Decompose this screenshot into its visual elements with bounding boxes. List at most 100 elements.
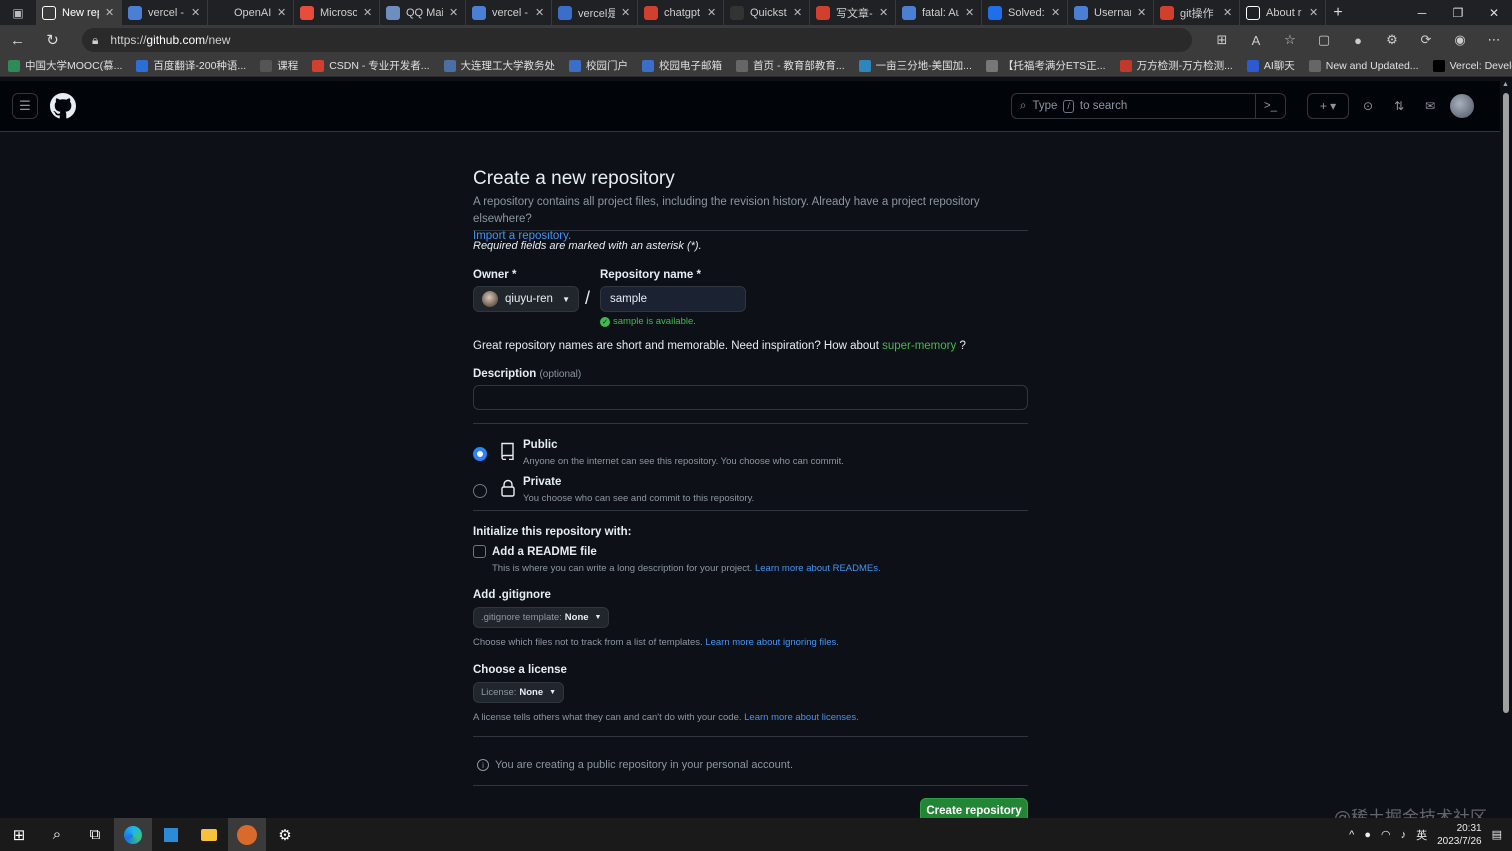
license-learn-more-link[interactable]: Learn more about licenses. [744, 712, 859, 723]
close-window-icon[interactable]: ✕ [1476, 0, 1512, 25]
favorite-star-icon[interactable]: ☆ [1280, 32, 1300, 48]
close-tab-icon[interactable]: ✕ [621, 6, 631, 19]
url-field[interactable]: 🔒︎ https://github.com/new [82, 28, 1192, 52]
tab-actions-icon[interactable]: ▣ [0, 0, 36, 25]
bookmark-item[interactable]: New and Updated... [1308, 59, 1419, 72]
clock[interactable]: 20:31 2023/7/26 [1437, 822, 1482, 848]
menu-icon[interactable]: ☰ [12, 93, 38, 119]
bookmark-item[interactable]: Vercel: Develop. Pre... [1432, 59, 1512, 72]
gitignore-template-dropdown[interactable]: .gitignore template: None ▼ [473, 607, 610, 628]
more-menu-icon[interactable]: ⋯ [1484, 32, 1504, 48]
description-input[interactable] [473, 385, 1028, 410]
private-radio[interactable] [473, 484, 487, 498]
tray-chevron-icon[interactable]: ^ [1349, 829, 1354, 841]
browser-tab[interactable]: chatgpt ✕ [638, 0, 724, 25]
browser-tab[interactable]: Quicksta ✕ [724, 0, 810, 25]
start-icon[interactable]: ⊞ [0, 818, 38, 851]
owner-dropdown[interactable]: qiuyu-ren ▼ [473, 286, 579, 312]
settings-icon[interactable]: ⚙ [266, 818, 304, 851]
name-suggestion-link[interactable]: super-memory [882, 340, 956, 352]
browser-tab[interactable]: fatal: Au ✕ [896, 0, 982, 25]
extensions-icon[interactable]: ⚙ [1382, 32, 1402, 48]
browser-tab[interactable]: Microso ✕ [294, 0, 380, 25]
close-tab-icon[interactable]: ✕ [191, 6, 201, 19]
close-tab-icon[interactable]: ✕ [1051, 6, 1061, 19]
browser-tab[interactable]: 写文章- ✕ [810, 0, 896, 25]
bookmark-item[interactable]: 课程 [260, 58, 298, 73]
volume-icon[interactable]: ♪ [1401, 829, 1407, 841]
browser-tab[interactable]: OpenAI ✕ [208, 0, 294, 25]
read-aloud-icon[interactable]: A [1246, 33, 1266, 48]
browser-tab[interactable]: About r ✕ [1240, 0, 1326, 25]
close-tab-icon[interactable]: ✕ [363, 6, 373, 19]
browser-tab[interactable]: Solved: ✕ [982, 0, 1068, 25]
visibility-public-option[interactable]: Public Anyone on the internet can see th… [473, 439, 1028, 473]
close-tab-icon[interactable]: ✕ [965, 6, 975, 19]
bookmark-item[interactable]: 万方检测-万方检测... [1119, 58, 1233, 73]
notifications-icon[interactable]: ▤ [1492, 828, 1502, 841]
browser-tab[interactable]: vercel - ✕ [466, 0, 552, 25]
close-tab-icon[interactable]: ✕ [879, 6, 889, 19]
readme-learn-more-link[interactable]: Learn more about READMEs. [755, 563, 881, 574]
close-tab-icon[interactable]: ✕ [105, 6, 115, 19]
readme-label[interactable]: Add a README file [492, 546, 597, 558]
issues-icon[interactable]: ⊙ [1357, 93, 1379, 119]
close-tab-icon[interactable]: ✕ [1309, 6, 1319, 19]
close-tab-icon[interactable]: ✕ [707, 6, 717, 19]
scrollbar-thumb[interactable] [1503, 93, 1509, 713]
visibility-private-option[interactable]: Private You choose who can see and commi… [473, 476, 1028, 510]
store-icon[interactable] [152, 818, 190, 851]
repository-name-input[interactable] [600, 286, 746, 312]
profile-icon[interactable]: ◉ [1450, 32, 1470, 48]
close-tab-icon[interactable]: ✕ [1137, 6, 1147, 19]
bookmark-item[interactable]: 中国大学MOOC(慕... [8, 58, 122, 73]
create-new-button[interactable]: + ▾ [1307, 93, 1349, 119]
app-icon[interactable] [228, 818, 266, 851]
file-explorer-icon[interactable] [190, 818, 228, 851]
bookmark-item[interactable]: 百度翻译-200种语... [136, 58, 246, 73]
microphone-icon[interactable]: ● [1364, 829, 1371, 841]
gitignore-learn-more-link[interactable]: Learn more about ignoring files. [705, 637, 839, 648]
apps-icon[interactable]: ⊞ [1212, 32, 1232, 48]
browser-tab[interactable]: vercel是 ✕ [552, 0, 638, 25]
minimize-icon[interactable]: ─ [1404, 0, 1440, 25]
command-palette-icon[interactable]: >_ [1254, 93, 1277, 119]
network-icon[interactable]: ◠ [1381, 828, 1391, 841]
bookmark-item[interactable]: 大连理工大学教务处 [443, 58, 555, 73]
restore-icon[interactable]: ❐ [1440, 0, 1476, 25]
history-icon[interactable]: ⟳ [1416, 32, 1436, 48]
close-tab-icon[interactable]: ✕ [449, 6, 459, 19]
bookmark-item[interactable]: 一亩三分地-美国加... [858, 58, 972, 73]
public-radio[interactable] [473, 447, 487, 461]
inbox-icon[interactable]: ✉ [1419, 93, 1441, 119]
browser-tab[interactable]: New rep ✕ [36, 0, 122, 25]
new-tab-button[interactable]: + [1326, 0, 1350, 25]
browser-tab[interactable]: Usernan ✕ [1068, 0, 1154, 25]
task-view-icon[interactable]: ⧉ [76, 818, 114, 851]
browser-tab[interactable]: git操作 ✕ [1154, 0, 1240, 25]
taskbar-search-icon[interactable]: ⌕ [38, 818, 76, 851]
readme-checkbox[interactable] [473, 545, 486, 558]
bookmark-item[interactable]: 校园电子邮箱 [642, 58, 722, 73]
bookmark-item[interactable]: CSDN - 专业开发者... [312, 58, 430, 73]
browser-tab[interactable]: vercel - ✕ [122, 0, 208, 25]
input-language[interactable]: 英 [1416, 827, 1427, 843]
bookmark-item[interactable]: 校园门户 [569, 58, 628, 73]
bookmark-item[interactable]: AI聊天 [1246, 58, 1295, 73]
bookmark-item[interactable]: 首页 - 教育部教育... [736, 58, 845, 73]
refresh-icon[interactable]: ↻ [35, 25, 70, 55]
bookmark-item[interactable]: 【托福考满分ETS正... [985, 58, 1106, 73]
close-tab-icon[interactable]: ✕ [277, 6, 287, 19]
close-tab-icon[interactable]: ✕ [793, 6, 803, 19]
scroll-up-icon[interactable]: ▲ [1502, 81, 1509, 88]
page-scrollbar[interactable]: ▲ [1500, 81, 1512, 818]
back-icon[interactable]: ← [0, 25, 35, 55]
github-search-input[interactable]: ⌕ Type / to search >_ [1011, 93, 1286, 119]
user-avatar[interactable] [1450, 94, 1474, 118]
collections-icon[interactable]: ▢ [1314, 32, 1334, 48]
close-tab-icon[interactable]: ✕ [535, 6, 545, 19]
license-dropdown[interactable]: License: None ▼ [473, 682, 565, 703]
edge-browser-icon[interactable] [114, 818, 152, 851]
extension-badge-icon[interactable]: ● [1348, 33, 1368, 48]
close-tab-icon[interactable]: ✕ [1223, 6, 1233, 19]
